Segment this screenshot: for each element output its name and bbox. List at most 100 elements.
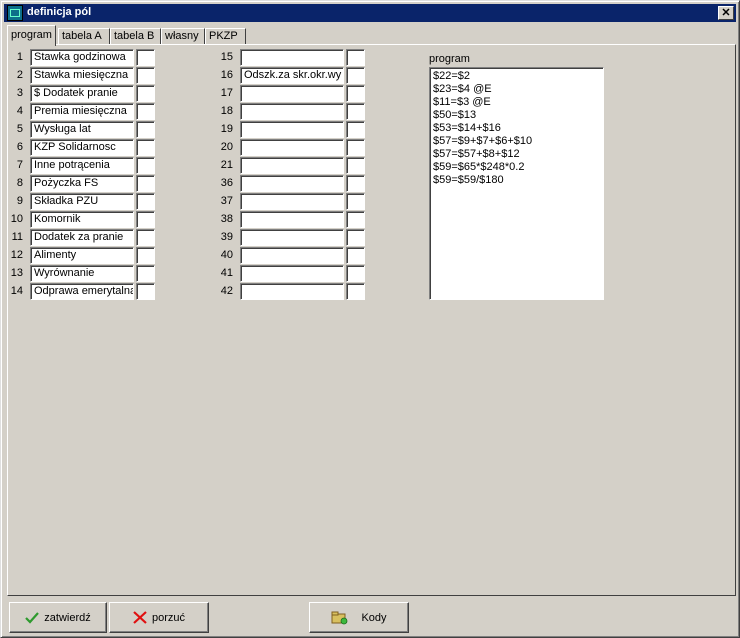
row-number: 20 bbox=[220, 141, 233, 153]
field-flag-input[interactable] bbox=[346, 283, 365, 300]
field-name-input[interactable]: Premia miesięczna bbox=[30, 103, 134, 120]
field-name-input[interactable]: Wyrównanie bbox=[30, 265, 134, 282]
field-flag-input[interactable] bbox=[136, 139, 155, 156]
field-flag-input[interactable] bbox=[346, 229, 365, 246]
field-flag-input[interactable] bbox=[136, 193, 155, 210]
row-number: 21 bbox=[220, 159, 233, 171]
field-flag-input[interactable] bbox=[346, 193, 365, 210]
field-flag-input[interactable] bbox=[136, 265, 155, 282]
field-flag-input[interactable] bbox=[136, 67, 155, 84]
program-line: $57=$57+$8+$12 bbox=[433, 148, 520, 160]
field-name-input[interactable]: Pożyczka FS bbox=[30, 175, 134, 192]
dialog-window: definicja pól ✕ program tabela A tabela … bbox=[0, 0, 740, 638]
row-number: 18 bbox=[220, 105, 233, 117]
field-flag-input[interactable] bbox=[346, 85, 365, 102]
field-flag-input[interactable] bbox=[346, 49, 365, 66]
row-number: 8 bbox=[16, 177, 23, 189]
field-name-input[interactable]: Odszk.za skr.okr.wy bbox=[240, 67, 344, 84]
field-flag-input[interactable] bbox=[136, 49, 155, 66]
field-name-input[interactable]: Odprawa emerytalna bbox=[30, 283, 134, 300]
field-name-input[interactable] bbox=[240, 175, 344, 192]
tab-program[interactable]: program bbox=[7, 25, 56, 46]
row-number: 14 bbox=[10, 285, 23, 297]
codes-button[interactable]: Kody bbox=[309, 602, 409, 633]
program-textarea[interactable]: $22=$2 $23=$4 @E $11=$3 @E $50=$13 $53=$14+$… bbox=[429, 67, 604, 300]
field-name-input[interactable] bbox=[240, 193, 344, 210]
field-name-input[interactable] bbox=[240, 85, 344, 102]
field-flag-input[interactable] bbox=[136, 157, 155, 174]
row-number: 10 bbox=[10, 213, 23, 225]
field-flag-input[interactable] bbox=[136, 85, 155, 102]
field-flag-input[interactable] bbox=[136, 283, 155, 300]
field-flag-input[interactable] bbox=[136, 229, 155, 246]
field-flag-input[interactable] bbox=[136, 121, 155, 138]
row-number: 39 bbox=[220, 231, 233, 243]
field-name-input[interactable] bbox=[240, 49, 344, 66]
field-flag-input[interactable] bbox=[136, 175, 155, 192]
row-number: 37 bbox=[220, 195, 233, 207]
field-name-input[interactable]: Dodatek za pranie bbox=[30, 229, 134, 246]
field-flag-input[interactable] bbox=[346, 67, 365, 84]
row-number: 11 bbox=[11, 231, 23, 243]
field-flag-input[interactable] bbox=[346, 211, 365, 228]
field-name-input[interactable] bbox=[240, 211, 344, 228]
codes-button-label: Kody bbox=[361, 611, 387, 624]
program-line: $57=$9+$7+$6+$10 bbox=[433, 135, 533, 147]
program-line: $59=$59/$180 bbox=[433, 174, 504, 186]
field-flag-input[interactable] bbox=[136, 211, 155, 228]
field-name-input[interactable]: Stawka godzinowa bbox=[30, 49, 134, 66]
field-name-input[interactable] bbox=[240, 139, 344, 156]
row-number: 5 bbox=[16, 123, 23, 135]
app-icon bbox=[7, 5, 23, 21]
field-name-input[interactable] bbox=[240, 121, 344, 138]
program-label: program bbox=[429, 53, 470, 65]
field-flag-input[interactable] bbox=[346, 265, 365, 282]
row-number: 19 bbox=[220, 123, 233, 135]
field-name-input[interactable] bbox=[240, 247, 344, 264]
field-name-input[interactable]: Wysługa lat bbox=[30, 121, 134, 138]
row-number: 15 bbox=[220, 51, 233, 63]
tab-pkzp[interactable]: PKZP bbox=[205, 28, 246, 45]
field-name-input[interactable] bbox=[240, 103, 344, 120]
x-icon bbox=[133, 611, 147, 624]
row-number: 41 bbox=[220, 267, 233, 279]
field-name-input[interactable]: Składka PZU bbox=[30, 193, 134, 210]
field-name-input[interactable]: $ Dodatek pranie bbox=[30, 85, 134, 102]
field-flag-input[interactable] bbox=[346, 247, 365, 264]
program-line: $23=$4 @E bbox=[433, 83, 492, 95]
field-name-input[interactable] bbox=[240, 157, 344, 174]
field-flag-input[interactable] bbox=[346, 175, 365, 192]
title-bar: definicja pól ✕ bbox=[4, 4, 736, 22]
close-button[interactable]: ✕ bbox=[718, 6, 734, 20]
confirm-button[interactable]: zatwierdź bbox=[9, 602, 107, 633]
check-icon bbox=[25, 611, 40, 624]
field-flag-input[interactable] bbox=[346, 157, 365, 174]
field-name-input[interactable]: Alimenty bbox=[30, 247, 134, 264]
folder-icon bbox=[331, 611, 348, 624]
tab-wlasny[interactable]: własny bbox=[161, 28, 205, 45]
confirm-button-label: zatwierdź bbox=[44, 611, 91, 624]
field-name-input[interactable] bbox=[240, 265, 344, 282]
row-number: 3 bbox=[16, 87, 23, 99]
row-number: 42 bbox=[220, 285, 233, 297]
field-name-input[interactable] bbox=[240, 229, 344, 246]
field-name-input[interactable] bbox=[240, 283, 344, 300]
tab-tabela-b[interactable]: tabela B bbox=[110, 28, 161, 45]
field-flag-input[interactable] bbox=[136, 103, 155, 120]
program-line: $50=$13 bbox=[433, 109, 477, 121]
field-name-input[interactable]: Stawka miesięczna bbox=[30, 67, 134, 84]
field-name-input[interactable]: Komornik bbox=[30, 211, 134, 228]
field-name-input[interactable]: Inne potrącenia bbox=[30, 157, 134, 174]
field-name-input[interactable]: KZP Solidarnosc bbox=[30, 139, 134, 156]
tab-tabela-a[interactable]: tabela A bbox=[58, 28, 110, 45]
field-flag-input[interactable] bbox=[346, 139, 365, 156]
program-line: $59=$65*$248*0.2 bbox=[433, 161, 525, 173]
cancel-button[interactable]: porzuć bbox=[109, 602, 209, 633]
field-flag-input[interactable] bbox=[136, 247, 155, 264]
row-number: 2 bbox=[16, 69, 23, 81]
field-flag-input[interactable] bbox=[346, 121, 365, 138]
row-number: 17 bbox=[220, 87, 233, 99]
program-line: $22=$2 bbox=[433, 70, 471, 82]
field-flag-input[interactable] bbox=[346, 103, 365, 120]
row-number: 38 bbox=[220, 213, 233, 225]
